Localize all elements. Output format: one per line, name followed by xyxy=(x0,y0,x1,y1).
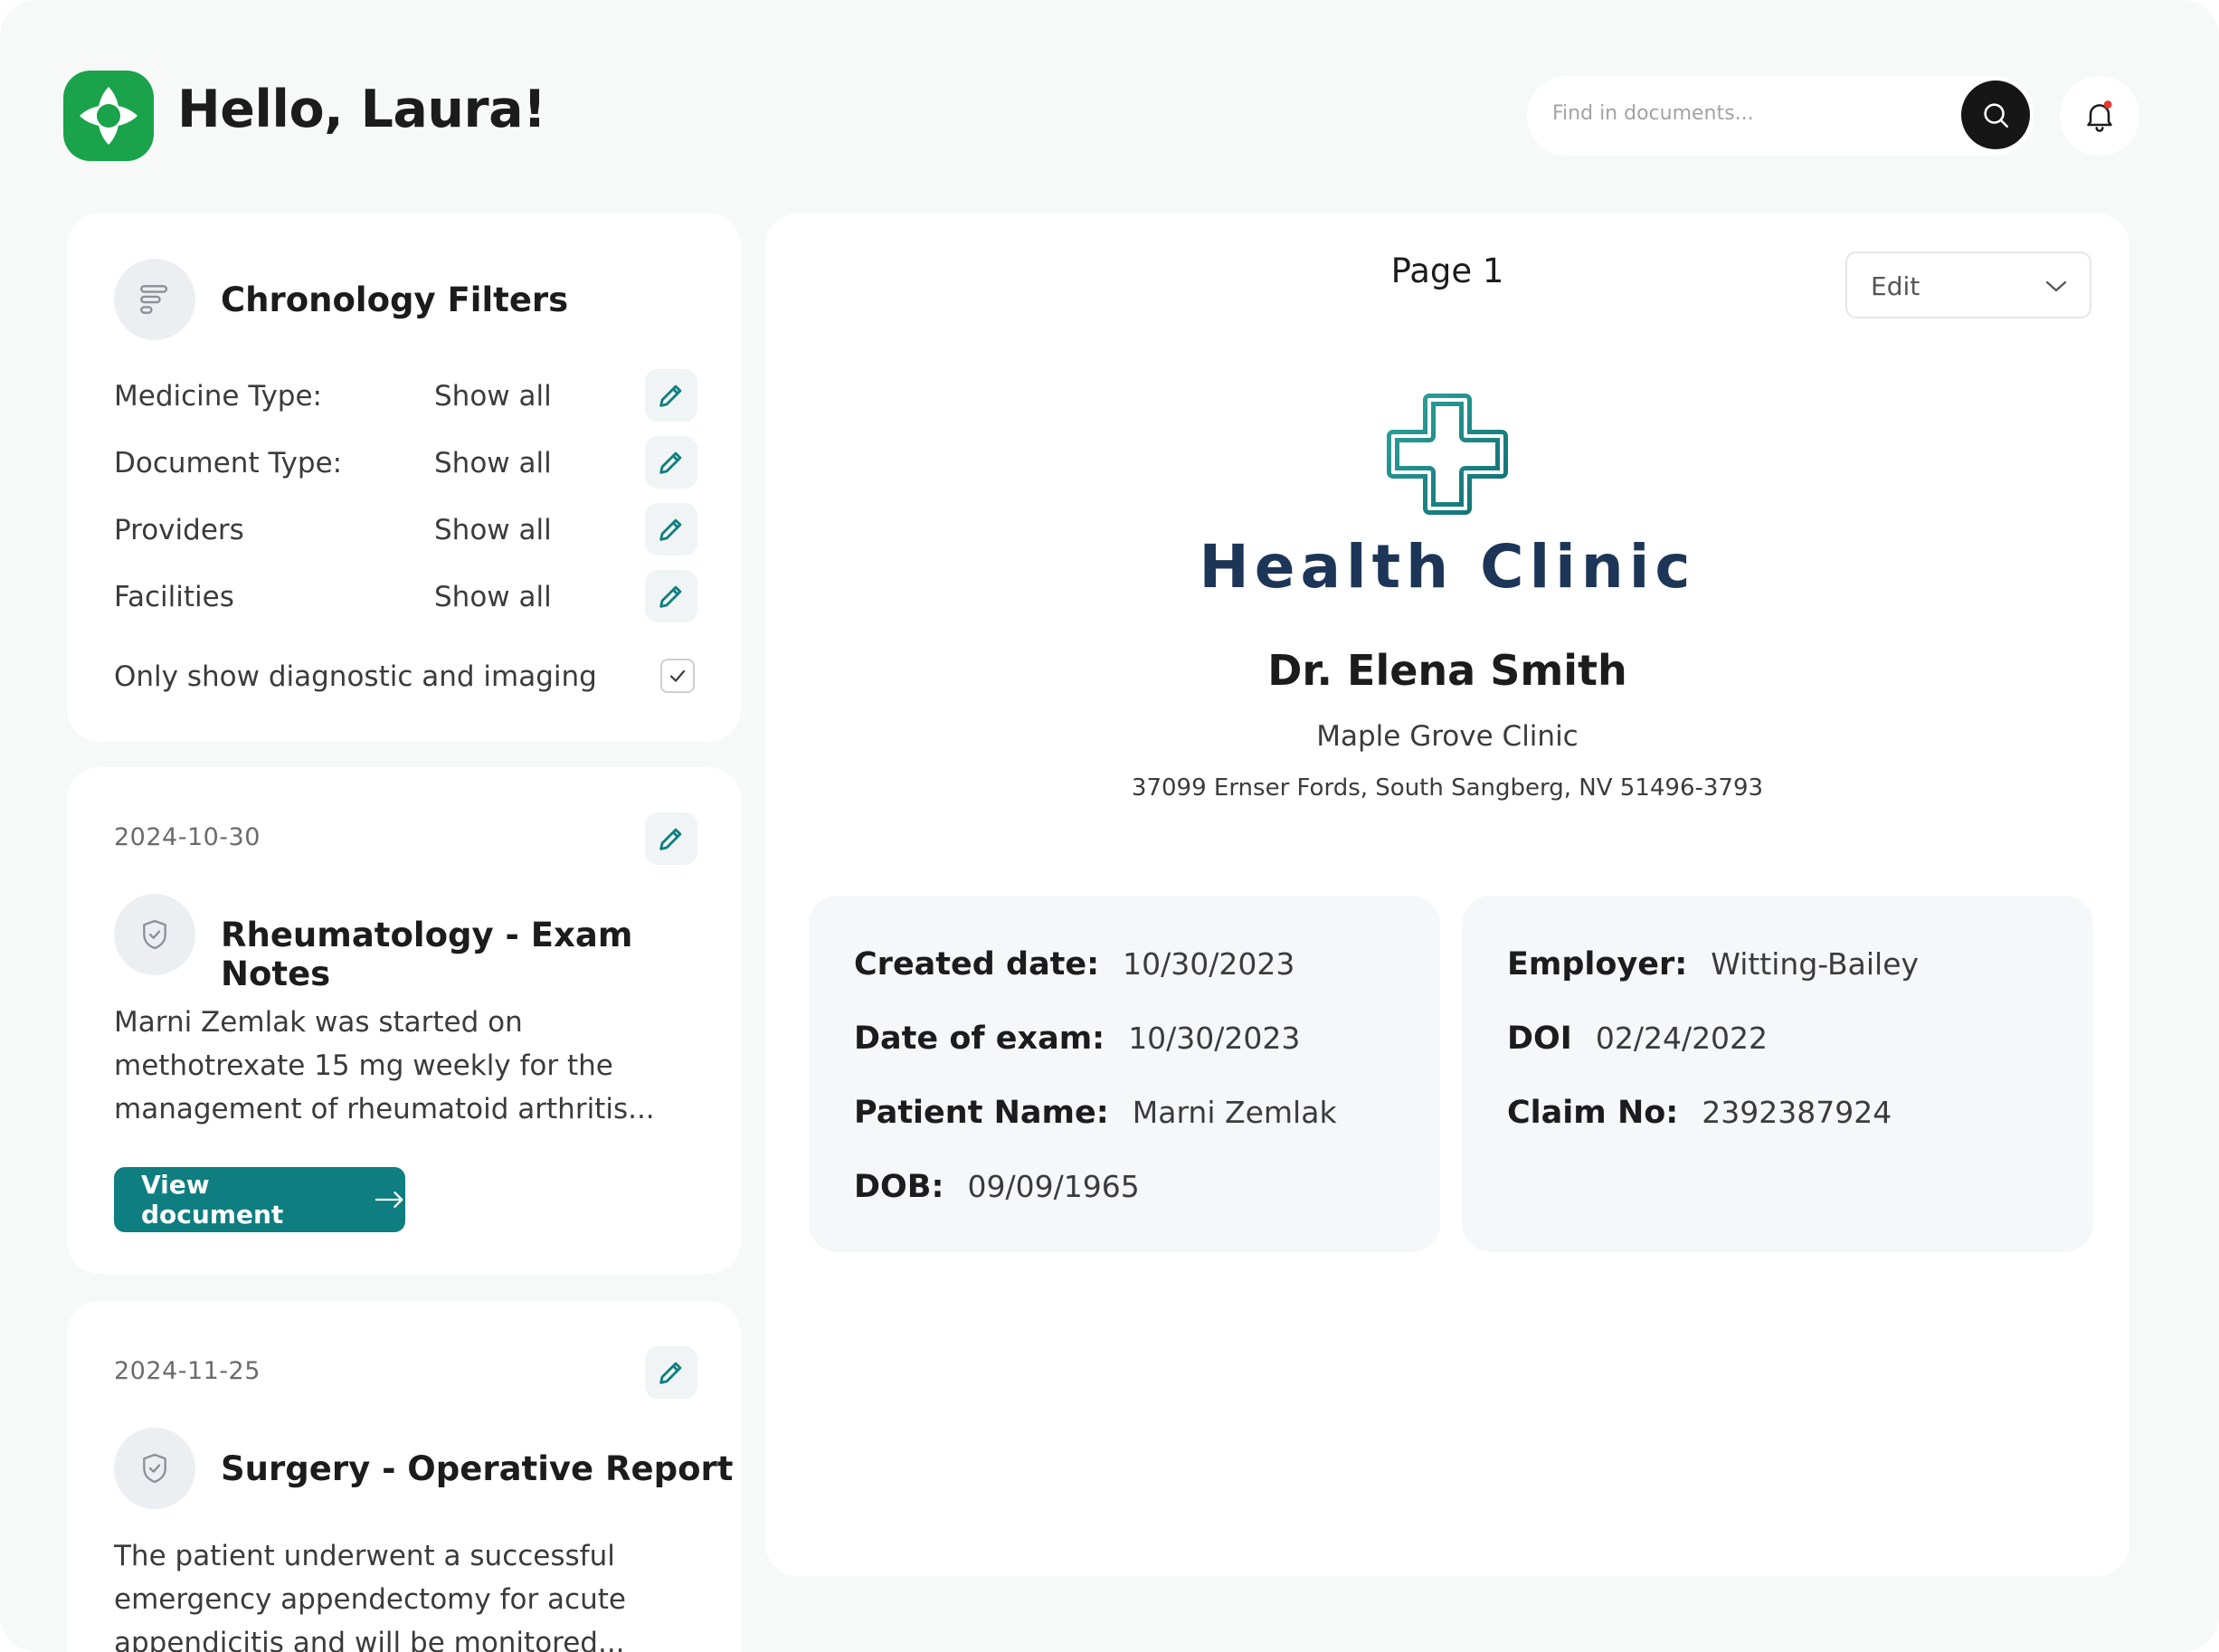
info-row-patient-name: Patient Name: Marni Zemlak xyxy=(854,1095,1337,1131)
edit-document-type-button[interactable] xyxy=(645,436,697,489)
pencil-icon xyxy=(659,385,682,407)
pencil-icon xyxy=(659,585,682,608)
info-value: 10/30/2023 xyxy=(1123,946,1295,982)
chronology-filters-card: Chronology Filters Medicine Type: Show a… xyxy=(67,214,741,742)
greeting-heading: Hello, Laura! xyxy=(177,80,546,139)
edit-medicine-type-button[interactable] xyxy=(645,369,697,422)
document-description: The patient underwent a successful emerg… xyxy=(114,1540,626,1652)
chevron-down-icon xyxy=(2045,280,2067,292)
info-value: 09/09/1965 xyxy=(967,1169,1140,1204)
app-window: Hello, Laura! Find in documents... Chron… xyxy=(0,0,2219,1652)
pencil-icon xyxy=(659,828,682,850)
clinic-location-name: Maple Grove Clinic xyxy=(1316,720,1579,753)
document-card: 2024-11-25 Surgery - Operative Report Th… xyxy=(67,1301,741,1652)
info-key: Patient Name: xyxy=(854,1095,1109,1131)
clinic-address: 37099 Ernser Fords, South Sangberg, NV 5… xyxy=(1131,774,1764,802)
document-title: Rheumatology - Exam Notes xyxy=(221,916,633,993)
info-row-claim-no: Claim No: 2392387924 xyxy=(1507,1095,1892,1131)
info-row-date-of-exam: Date of exam: 10/30/2023 xyxy=(854,1021,1300,1057)
pencil-icon xyxy=(659,518,682,541)
filter-label-providers: Providers xyxy=(114,514,244,546)
filter-list-icon xyxy=(140,285,168,314)
edit-dropdown[interactable]: Edit xyxy=(1845,252,2091,318)
filter-icon-badge xyxy=(114,259,195,340)
filter-label-facilities: Facilities xyxy=(114,581,234,613)
pencil-icon xyxy=(659,451,682,474)
bell-icon xyxy=(2087,100,2112,132)
document-type-badge xyxy=(114,894,195,975)
edit-document-button[interactable] xyxy=(645,1346,697,1399)
info-key: Employer: xyxy=(1507,946,1688,983)
search-bar[interactable]: Find in documents... xyxy=(1527,76,2034,156)
arrow-right-icon xyxy=(375,1192,403,1208)
claim-info-panel: Employer: Witting-Bailey DOI 02/24/2022 Cl… xyxy=(1462,896,2093,1252)
clinic-name-heading: Health Clinic xyxy=(1199,532,1696,602)
document-date: 2024-10-30 xyxy=(114,823,261,851)
diagnostic-imaging-checkbox[interactable] xyxy=(660,659,695,693)
info-value: 10/30/2023 xyxy=(1128,1021,1301,1056)
search-button[interactable] xyxy=(1961,81,2030,149)
info-row-dob: DOB: 09/09/1965 xyxy=(854,1169,1140,1205)
info-key: DOB: xyxy=(854,1169,944,1205)
info-row-doi: DOI 02/24/2022 xyxy=(1507,1021,1768,1057)
search-icon xyxy=(1984,103,2009,128)
info-key: DOI xyxy=(1507,1021,1572,1057)
document-type-badge xyxy=(114,1428,195,1509)
filters-title: Chronology Filters xyxy=(221,280,569,319)
info-key: Claim No: xyxy=(1507,1095,1679,1131)
filter-label-medicine-type: Medicine Type: xyxy=(114,380,322,413)
shield-check-icon xyxy=(143,919,166,950)
notifications-button[interactable] xyxy=(2060,76,2139,156)
brand-logo-icon xyxy=(63,71,154,161)
info-row-created-date: Created date: 10/30/2023 xyxy=(854,946,1294,983)
document-title: Surgery - Operative Report xyxy=(221,1449,734,1488)
patient-info-panel: Created date: 10/30/2023 Date of exam: 10/… xyxy=(809,896,1440,1252)
edit-facilities-button[interactable] xyxy=(645,570,697,622)
info-key: Created date: xyxy=(854,946,1100,983)
info-row-employer: Employer: Witting-Bailey xyxy=(1507,946,1919,983)
filter-value-facilities: Show all xyxy=(434,581,552,613)
view-document-label: View document xyxy=(141,1170,284,1230)
filter-label-document-type: Document Type: xyxy=(114,447,343,479)
edit-providers-button[interactable] xyxy=(645,503,697,555)
filter-value-providers: Show all xyxy=(434,514,552,546)
view-document-button[interactable]: View document xyxy=(114,1167,405,1232)
info-value: 2392387924 xyxy=(1702,1095,1892,1130)
info-key: Date of exam: xyxy=(854,1021,1105,1057)
shield-check-icon xyxy=(143,1453,166,1484)
info-value: 02/24/2022 xyxy=(1595,1021,1769,1056)
diagnostic-imaging-label: Only show diagnostic and imaging xyxy=(114,660,597,693)
info-value: Marni Zemlak xyxy=(1132,1095,1337,1130)
filter-value-document-type: Show all xyxy=(434,447,552,479)
search-input[interactable]: Find in documents... xyxy=(1552,102,1754,125)
doctor-name: Dr. Elena Smith xyxy=(1267,646,1627,695)
info-value: Witting-Bailey xyxy=(1711,946,1920,982)
clinic-cross-logo-icon xyxy=(1387,394,1508,515)
filter-value-medicine-type: Show all xyxy=(434,380,552,413)
document-viewer: Page 1 Edit Health Clinic Dr. Elena Smit… xyxy=(765,214,2129,1576)
document-description: Marni Zemlak was started on methotrexate… xyxy=(114,1006,655,1125)
pencil-icon xyxy=(659,1362,682,1384)
edit-dropdown-value: Edit xyxy=(1871,271,1920,301)
document-date: 2024-11-25 xyxy=(114,1357,261,1385)
document-card: 2024-10-30 Rheumatology - Exam Notes Mar… xyxy=(67,767,741,1274)
edit-document-button[interactable] xyxy=(645,812,697,865)
checkmark-icon xyxy=(669,669,686,682)
